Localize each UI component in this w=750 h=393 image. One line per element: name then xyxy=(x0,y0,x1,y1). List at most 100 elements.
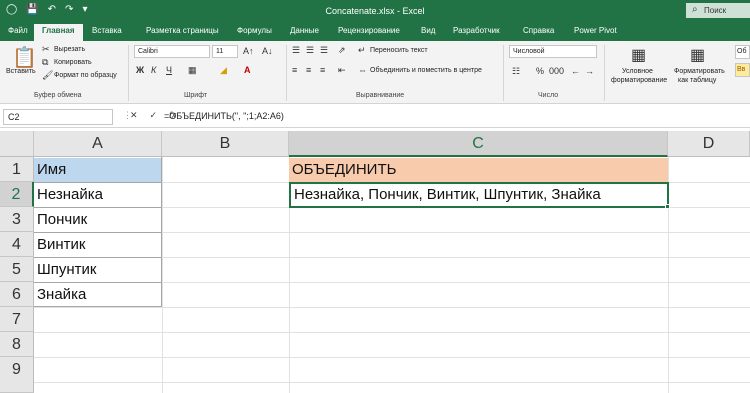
wrap-text-button[interactable]: Переносить текст xyxy=(370,47,428,54)
percent-icon[interactable]: % xyxy=(536,66,544,76)
tab-data[interactable]: Данные xyxy=(290,26,319,35)
cell-a4[interactable]: Винтик xyxy=(34,233,161,257)
number-group-label: Число xyxy=(538,92,559,99)
row-header-6[interactable]: 6 xyxy=(0,282,34,307)
tab-home[interactable]: Главная xyxy=(34,24,83,41)
align-bottom-icon[interactable]: ☰ xyxy=(320,45,328,56)
orientation-icon[interactable]: ⇗ xyxy=(338,45,346,56)
ribbon-separator xyxy=(128,45,129,101)
format-as-table-line1[interactable]: Форматировать xyxy=(674,68,725,75)
paste-button[interactable]: Вставить xyxy=(6,68,36,75)
cancel-icon[interactable]: ✕ xyxy=(130,110,138,121)
tab-review[interactable]: Рецензирование xyxy=(338,26,400,35)
align-top-icon[interactable]: ☰ xyxy=(292,45,300,56)
fill-color-icon[interactable]: ◢ xyxy=(220,65,227,76)
window-title: Concatenate.xlsx - Excel xyxy=(325,6,425,16)
wrap-text-icon[interactable]: ↵ xyxy=(358,45,366,56)
alignment-group-label: Выравнивание xyxy=(356,92,405,99)
row-header-5[interactable]: 5 xyxy=(0,257,34,282)
tab-formulas[interactable]: Формулы xyxy=(237,26,272,35)
formula-input[interactable]: =ОБЪЕДИНИТЬ(", ";1;A2:A6) xyxy=(164,111,284,121)
increase-decimal-icon[interactable]: ← xyxy=(571,66,580,76)
paste-icon[interactable]: 📋 xyxy=(12,45,37,70)
cell-a6[interactable]: Знайка xyxy=(34,283,161,307)
ribbon-separator xyxy=(503,45,504,101)
cell-c2-selected[interactable]: Незнайка, Пончик, Винтик, Шпунтик, Знайк… xyxy=(289,182,669,208)
align-left-icon[interactable]: ≡ xyxy=(292,65,297,75)
align-middle-icon[interactable]: ☰ xyxy=(306,45,314,56)
tab-power-pivot[interactable]: Power Pivot xyxy=(574,26,617,35)
number-format-select[interactable]: Числовой xyxy=(509,45,597,58)
merge-center-icon[interactable]: ⇔ xyxy=(358,65,367,75)
align-center-icon[interactable]: ≡ xyxy=(306,65,311,75)
font-name-select[interactable]: Calibri xyxy=(134,45,210,58)
increase-font-icon[interactable]: A↑ xyxy=(243,46,254,56)
cell-a5[interactable]: Шпунтик xyxy=(34,258,161,282)
decrease-decimal-icon[interactable]: → xyxy=(585,66,594,76)
conditional-formatting-line1[interactable]: Условное xyxy=(622,68,653,75)
formula-bar: C2 ⋮ ✕ ✓ fx =ОБЪЕДИНИТЬ(", ";1;A2:A6) xyxy=(0,106,750,128)
tab-developer[interactable]: Разработчик xyxy=(453,26,500,35)
ribbon: 📋 Вставить ✂ Вырезать ⧉ Копировать 🖌 Фор… xyxy=(0,41,750,104)
title-bar: ◯ 💾 ↶ ↷ ▾ Concatenate.xlsx - Excel Поиск xyxy=(0,0,750,22)
gridline xyxy=(34,357,750,358)
row-header-2[interactable]: 2 xyxy=(0,182,34,207)
row-header-9[interactable]: 9 xyxy=(0,357,34,393)
font-color-icon[interactable]: A xyxy=(244,65,251,75)
indent-icon[interactable]: ⇤ xyxy=(338,65,346,76)
format-painter-icon[interactable]: 🖌 xyxy=(42,70,53,81)
tab-insert[interactable]: Вставка xyxy=(92,26,122,35)
gridline xyxy=(34,382,750,383)
column-header-b[interactable]: B xyxy=(162,131,289,157)
cell-a2[interactable]: Незнайка xyxy=(34,183,161,207)
cell-style-input[interactable]: Вв xyxy=(735,63,750,77)
conditional-formatting-line2[interactable]: форматирование xyxy=(611,77,667,84)
format-as-table-line2[interactable]: как таблицу xyxy=(678,77,716,84)
gridline xyxy=(34,332,750,333)
conditional-formatting-icon[interactable]: ▦ xyxy=(631,45,646,65)
copy-button[interactable]: Копировать xyxy=(54,59,92,66)
ribbon-separator xyxy=(604,45,605,101)
row-header-1[interactable]: 1 xyxy=(0,157,34,182)
column-header-a[interactable]: A xyxy=(34,131,162,157)
cell-a3[interactable]: Пончик xyxy=(34,208,161,232)
fill-handle[interactable] xyxy=(665,204,670,209)
column-header-c[interactable]: C xyxy=(289,131,668,157)
italic-icon[interactable]: К xyxy=(151,65,156,75)
search-box[interactable]: Поиск xyxy=(686,3,750,18)
clipboard-group-label: Буфер обмена xyxy=(34,92,82,99)
row-header-7[interactable]: 7 xyxy=(0,307,34,332)
name-box[interactable]: C2 xyxy=(3,109,113,125)
row-header-4[interactable]: 4 xyxy=(0,232,34,257)
format-as-table-icon[interactable]: ▦ xyxy=(690,45,705,65)
row-header-3[interactable]: 3 xyxy=(0,207,34,232)
tab-file[interactable]: Файл xyxy=(8,26,28,35)
comma-style-icon[interactable]: 000 xyxy=(549,66,564,76)
ribbon-separator xyxy=(286,45,287,101)
decrease-font-icon[interactable]: A↓ xyxy=(262,46,273,56)
worksheet-grid: A B C D 1 2 3 4 5 6 7 8 9 Имя Незнайка П… xyxy=(0,131,750,393)
row-header-8[interactable]: 8 xyxy=(0,332,34,357)
underline-icon[interactable]: Ч xyxy=(166,65,172,75)
select-all-button[interactable] xyxy=(0,131,34,157)
accounting-format-icon[interactable]: ☷ xyxy=(512,66,520,77)
cell-a1[interactable]: Имя xyxy=(34,158,161,182)
column-header-d[interactable]: D xyxy=(668,131,750,157)
enter-icon[interactable]: ✓ xyxy=(150,110,158,121)
borders-icon[interactable]: ▦ xyxy=(188,65,197,76)
cut-button[interactable]: Вырезать xyxy=(54,46,85,53)
tab-help[interactable]: Справка xyxy=(523,26,554,35)
merge-center-button[interactable]: Объединить и поместить в центре xyxy=(370,67,482,74)
font-size-select[interactable]: 11 xyxy=(212,45,238,58)
format-painter-button[interactable]: Формат по образцу xyxy=(54,72,117,79)
cell-style-normal[interactable]: Об xyxy=(735,45,750,59)
gridline xyxy=(34,307,750,308)
tab-view[interactable]: Вид xyxy=(421,26,435,35)
cell-c1[interactable]: ОБЪЕДИНИТЬ xyxy=(289,158,668,182)
copy-icon[interactable]: ⧉ xyxy=(42,57,48,68)
tab-page-layout[interactable]: Разметка страницы xyxy=(146,26,219,35)
cut-icon[interactable]: ✂ xyxy=(42,44,50,55)
align-right-icon[interactable]: ≡ xyxy=(320,65,325,75)
bold-icon[interactable]: Ж xyxy=(136,65,144,75)
ribbon-tabs: Файл Главная Вставка Разметка страницы Ф… xyxy=(0,22,750,41)
